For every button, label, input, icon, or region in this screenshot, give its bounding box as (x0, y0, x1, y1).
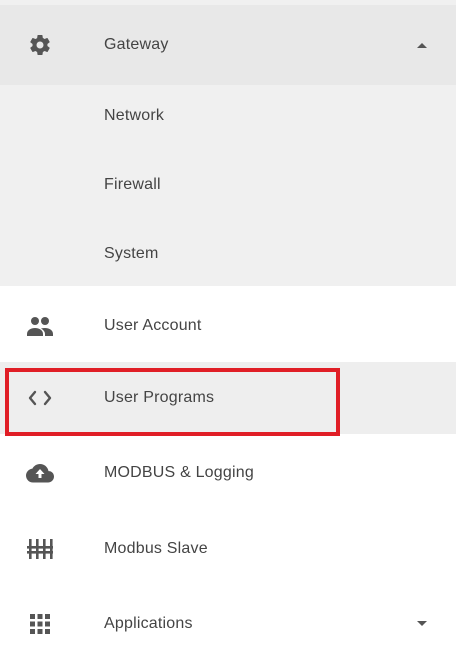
gear-icon (25, 30, 55, 60)
sidebar-subitem-system[interactable]: System (0, 219, 456, 289)
sidebar-item-applications[interactable]: Applications (0, 588, 456, 660)
sidebar-item-label: Applications (104, 615, 193, 632)
sidebar-item-label: MODBUS & Logging (104, 464, 254, 481)
code-icon (25, 383, 55, 413)
sidebar-subitem-label: Firewall (104, 176, 161, 193)
users-icon (25, 311, 55, 341)
sidebar-item-modbus-slave[interactable]: Modbus Slave (0, 513, 456, 585)
sidebar-item-gateway[interactable]: Gateway (0, 5, 456, 85)
sidebar-subitem-label: System (104, 245, 159, 262)
sidebar-item-label: User Programs (104, 389, 215, 406)
sidebar-subitem-network[interactable]: Network (0, 81, 456, 151)
sidebar-item-modbus-logging[interactable]: MODBUS & Logging (0, 437, 456, 509)
sidebar-item-label: User Account (104, 317, 202, 334)
chevron-down-icon[interactable] (410, 612, 434, 636)
sidebar-item-user-account[interactable]: User Account (0, 290, 456, 362)
cloud-upload-icon (25, 458, 55, 488)
sidebar-item-label: Modbus Slave (104, 540, 208, 557)
apps-grid-icon (25, 609, 55, 639)
sidebar-item-user-programs[interactable]: User Programs (0, 362, 456, 434)
sidebar-subitem-firewall[interactable]: Firewall (0, 150, 456, 220)
side-navigation: Gateway Network Firewall System User Acc… (0, 0, 456, 642)
sidebar-subitem-label: Network (104, 107, 165, 124)
sliders-icon (25, 534, 55, 564)
chevron-up-icon[interactable] (410, 33, 434, 57)
sidebar-item-label: Gateway (104, 36, 169, 53)
